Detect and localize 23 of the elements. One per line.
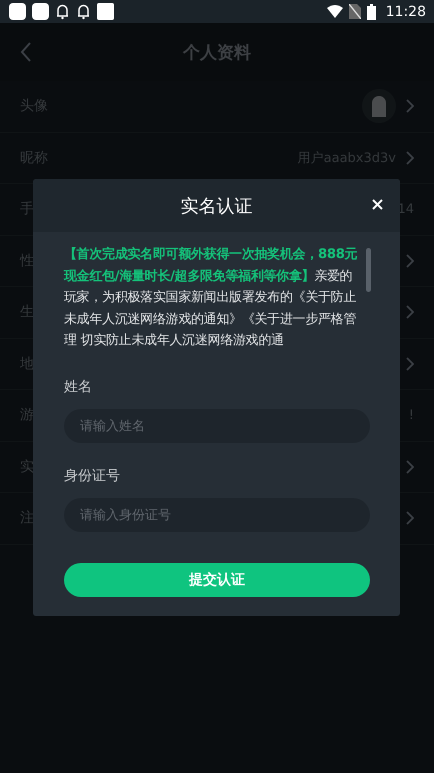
bell-icon: [55, 3, 70, 20]
scrollbar[interactable]: [366, 248, 371, 292]
bell-icon: [76, 3, 91, 20]
close-icon: [372, 199, 383, 210]
input-field[interactable]: 请输入身份证号: [64, 498, 370, 532]
wifi-icon: [326, 5, 343, 18]
battery-icon: [366, 4, 376, 20]
row-value: !: [408, 408, 414, 423]
no-sim-icon: [348, 4, 361, 19]
back-button[interactable]: [20, 42, 32, 62]
app-icon: [32, 3, 49, 20]
field-label: 身份证号: [64, 467, 121, 485]
field-label: 姓名: [64, 378, 93, 396]
back-icon: [20, 42, 32, 62]
clock-time: 11:28: [386, 4, 426, 20]
app-icon: [9, 3, 26, 20]
avatar-icon: [362, 89, 396, 124]
submit-button[interactable]: 提交认证: [64, 563, 370, 597]
app-icon: [97, 3, 114, 20]
close-button[interactable]: [372, 199, 383, 210]
dialog-title: 实名认证: [180, 194, 252, 218]
input-field[interactable]: 请输入姓名: [64, 409, 370, 443]
notice-text: 【首次完成实名即可额外获得一次抽奖机会，888元现金红包/海量时长/超多限免等福利等你拿】亲爱的玩家，为积极落实国家新闻出版署发布的《关于防止未成年人沉迷网络游戏的通知》《关于进一步严格管理 切实防止未成年人沉迷网络游戏的通: [64, 246, 358, 350]
